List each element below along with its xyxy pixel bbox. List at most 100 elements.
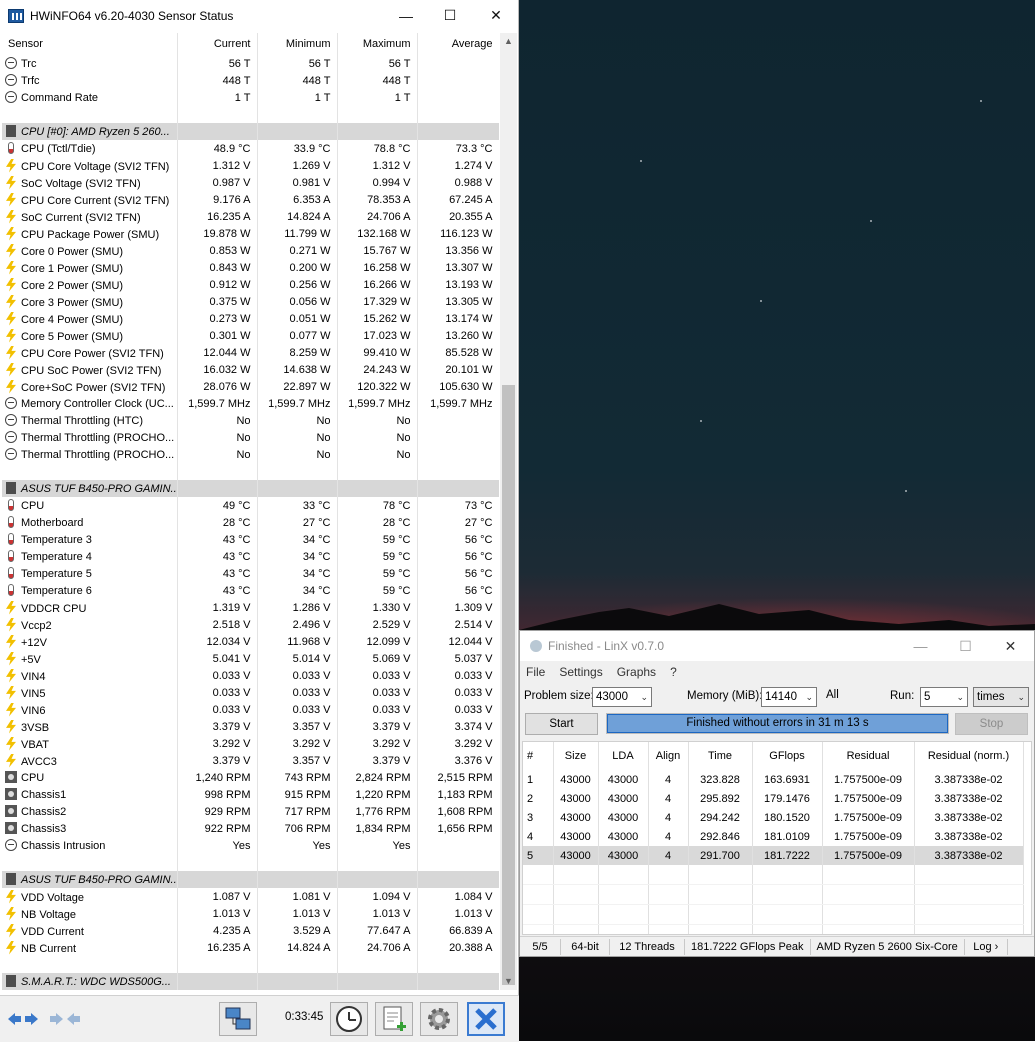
sensor-row[interactable]: CPU Core Power (SVI2 TFN) 12.044 W 8.259 W… [2,344,499,361]
sensor-row[interactable]: CPU 1,240 RPM 743 RPM 2,824 RPM 2,515 RPM [2,769,499,786]
start-button[interactable]: Start [525,713,598,735]
sensor-row[interactable]: CPU SoC Power (SVI2 TFN) 16.032 W 14.638 W… [2,361,499,378]
linx-close-button[interactable]: ✕ [988,631,1033,661]
sensor-row[interactable]: +5V 5.041 V 5.014 V 5.069 V 5.037 V [2,650,499,667]
result-row[interactable]: 5 43000 43000 4 291.700 181.7222 1.757500e-09 3… [523,846,1024,865]
sensor-row[interactable]: Core 1 Power (SMU) 0.843 W 0.200 W 16.258 W… [2,259,499,276]
sensor-row[interactable]: Temperature 3 43 °C 34 °C 59 °C 56 °C [2,531,499,548]
status-log-button[interactable]: Log › [965,939,1008,955]
results-column-header[interactable]: Time [688,742,753,770]
sensor-row[interactable]: Chassis3 922 RPM 706 RPM 1,834 RPM 1,656 RPM [2,820,499,837]
sensor-row[interactable]: AVCC3 3.379 V 3.357 V 3.379 V 3.376 V [2,752,499,769]
sensor-row[interactable]: NB Current 16.235 A 14.824 A 24.706 A 20.388… [2,939,499,956]
sensor-row[interactable]: VBAT 3.292 V 3.292 V 3.292 V 3.292 V [2,735,499,752]
result-row[interactable]: 3 43000 43000 4 294.242 180.1520 1.757500e-09 3… [523,808,1024,827]
sensor-row[interactable]: Thermal Throttling (HTC) No No No [2,412,499,429]
hwinfo-titlebar[interactable]: HWiNFO64 v6.20-4030 Sensor Status — ☐ ✕ [0,0,518,31]
sensor-row[interactable]: VIN6 0.033 V 0.033 V 0.033 V 0.033 V [2,701,499,718]
menu-graphs[interactable]: Graphs [617,665,656,679]
sensor-row[interactable]: VDD Voltage 1.087 V 1.081 V 1.094 V 1.084 V [2,888,499,905]
menu-file[interactable]: File [526,665,545,679]
sensor-row[interactable]: VIN4 0.033 V 0.033 V 0.033 V 0.033 V [2,667,499,684]
results-column-header[interactable]: Align [648,742,689,770]
sensor-row[interactable]: Temperature 6 43 °C 34 °C 59 °C 56 °C [2,582,499,599]
sensor-row[interactable]: Vccp2 2.518 V 2.496 V 2.529 V 2.514 V [2,616,499,633]
vertical-scrollbar[interactable]: ▲ ▼ [500,33,517,990]
sensor-row[interactable]: VDDCR CPU 1.319 V 1.286 V 1.330 V 1.309 V [2,599,499,616]
sensor-row[interactable]: Core 2 Power (SMU) 0.912 W 0.256 W 16.266 W… [2,276,499,293]
run-count-combo[interactable]: 5 ⌄ [920,687,968,707]
linx-titlebar[interactable]: Finished - LinX v0.7.0 — ☐ ✕ [520,631,1034,661]
scrollbar-thumb[interactable] [502,385,515,985]
sensor-row[interactable]: Trfc 448 T 448 T 448 T [2,72,499,89]
sensor-row[interactable]: Command Rate 1 T1 T1 T [2,89,499,106]
sensor-group-header[interactable]: S.M.A.R.T.: WDC WDS500G... [2,973,499,990]
sensor-row[interactable]: Chassis2 929 RPM 717 RPM 1,776 RPM 1,608 RPM [2,803,499,820]
sensor-row[interactable]: CPU Package Power (SMU) 19.878 W 11.799 W1… [2,225,499,242]
sensor-row[interactable]: Core 4 Power (SMU) 0.273 W 0.051 W 15.262 W… [2,310,499,327]
sensor-row[interactable]: Core 3 Power (SMU) 0.375 W 0.056 W 17.329 W… [2,293,499,310]
run-unit-combo[interactable]: times ⌄ [973,687,1029,707]
clock-button[interactable] [330,1002,368,1036]
results-column-header[interactable]: GFlops [752,742,823,770]
problem-size-combo[interactable]: 43000 ⌄ [592,687,652,707]
column-header-minimum[interactable]: Minimum [257,33,338,55]
maximize-button[interactable]: ☐ [427,0,473,31]
column-header-sensor[interactable]: Sensor [2,33,178,55]
linx-maximize-button[interactable]: ☐ [943,631,988,661]
sensor-row[interactable]: CPU (Tctl/Tdie) 48.9 °C 33.9 °C 78.8 °C 73.3… [2,140,499,157]
memory-combo[interactable]: 14140 ⌄ [761,687,817,707]
all-button[interactable]: All [826,689,839,701]
sensor-row[interactable]: Core 5 Power (SMU) 0.301 W 0.077 W 17.023 W… [2,327,499,344]
sensor-row[interactable]: Chassis Intrusion Yes Yes Yes [2,837,499,854]
sensor-row[interactable]: SoC Current (SVI2 TFN) 16.235 A 14.824 A 24… [2,208,499,225]
sensor-row[interactable]: CPU Core Current (SVI2 TFN) 9.176 A 6.353 … [2,191,499,208]
scroll-down-icon[interactable]: ▼ [500,973,517,990]
results-column-header[interactable]: # [523,742,554,770]
sensor-row[interactable]: CPU Core Voltage (SVI2 TFN) 1.312 V 1.269 … [2,157,499,174]
settings-button[interactable] [420,1002,458,1036]
sensor-row[interactable]: Chassis1 998 RPM 915 RPM 1,220 RPM 1,183 RPM [2,786,499,803]
menu-settings[interactable]: Settings [559,665,602,679]
sensor-row[interactable]: +12V 12.034 V 11.968 V 12.099 V 12.044 V [2,633,499,650]
blank-row[interactable] [2,463,499,480]
linx-minimize-button[interactable]: — [898,631,943,661]
results-column-header[interactable]: Size [553,742,599,770]
sensor-row[interactable]: Thermal Throttling (PROCHO... No No No [2,446,499,463]
network-button[interactable] [219,1002,257,1036]
column-header-current[interactable]: Current [177,33,258,55]
sensor-row[interactable]: NB Voltage 1.013 V 1.013 V 1.013 V 1.013 V [2,905,499,922]
blank-row[interactable] [2,854,499,871]
report-button[interactable] [375,1002,413,1036]
close-button[interactable]: ✕ [473,0,519,31]
sensor-row[interactable]: Motherboard 28 °C 27 °C 28 °C 27 °C [2,514,499,531]
sensor-row[interactable]: CPU 49 °C 33 °C 78 °C 73 °C [2,497,499,514]
sensor-table-container[interactable]: Sensor Current Minimum Maximum Average T… [2,33,499,990]
blank-row[interactable] [2,106,499,123]
blank-row[interactable] [2,956,499,973]
nav-left-right-button[interactable] [4,1002,42,1036]
column-header-maximum[interactable]: Maximum [337,33,418,55]
sensor-row[interactable]: Trc 56 T 56 T 56 T [2,55,499,72]
sensor-group-header[interactable]: ASUS TUF B450-PRO GAMIN... [2,871,499,888]
results-grid[interactable]: # Size LDA Align Time GFlops Residual Residual … [522,741,1032,935]
results-column-header[interactable]: LDA [598,742,649,770]
sensor-row[interactable]: SoC Voltage (SVI2 TFN) 0.987 V 0.981 V 0.99… [2,174,499,191]
sensor-row[interactable]: Thermal Throttling (PROCHO... No No No [2,429,499,446]
sensor-row[interactable]: VIN5 0.033 V 0.033 V 0.033 V 0.033 V [2,684,499,701]
sensor-row[interactable]: Temperature 4 43 °C 34 °C 59 °C 56 °C [2,548,499,565]
nav-disabled-button[interactable] [46,1002,84,1036]
results-column-header[interactable]: Residual [822,742,915,770]
result-row[interactable]: 2 43000 43000 4 295.892 179.1476 1.757500e-09 3… [523,789,1024,808]
close-sensors-button[interactable] [467,1002,505,1036]
sensor-group-header[interactable]: CPU [#0]: AMD Ryzen 5 260... [2,123,499,140]
column-header-average[interactable]: Average [417,33,499,55]
stop-button[interactable]: Stop [955,713,1028,735]
sensor-row[interactable]: Temperature 5 43 °C 34 °C 59 °C 56 °C [2,565,499,582]
sensor-row[interactable]: Memory Controller Clock (UC... 1,599.7 MH… [2,395,499,412]
minimize-button[interactable]: — [383,0,429,31]
sensor-row[interactable]: Core 0 Power (SMU) 0.853 W 0.271 W 15.767 W… [2,242,499,259]
sensor-row[interactable]: 3VSB 3.379 V 3.357 V 3.379 V 3.374 V [2,718,499,735]
sensor-group-header[interactable]: ASUS TUF B450-PRO GAMIN... [2,480,499,497]
sensor-row[interactable]: Core+SoC Power (SVI2 TFN) 28.076 W 22.897 … [2,378,499,395]
